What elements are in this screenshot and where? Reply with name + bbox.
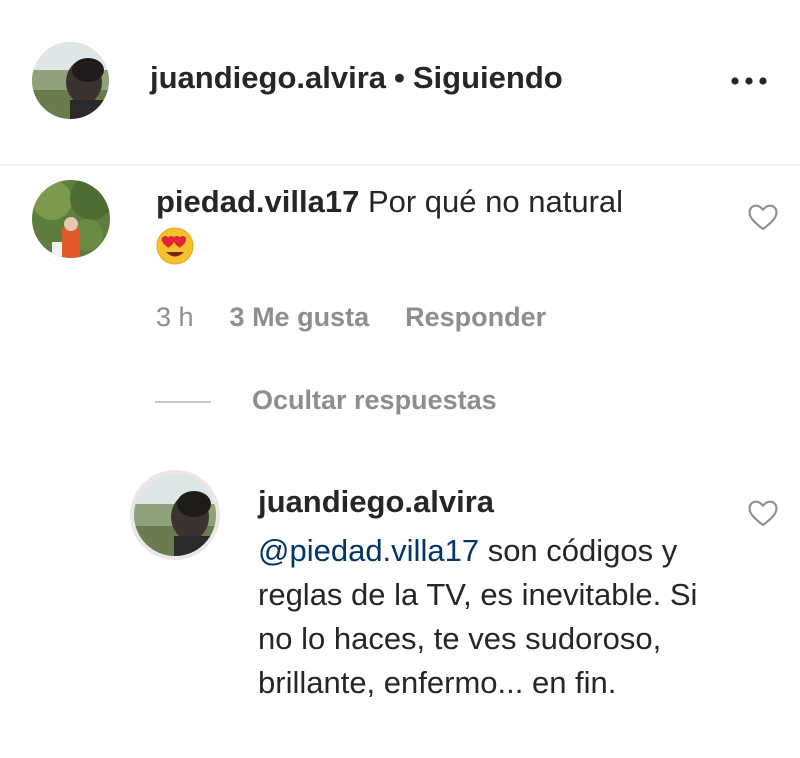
comment-body: Por qué no natural bbox=[367, 184, 624, 219]
comment-username[interactable]: piedad.villa17 bbox=[156, 184, 359, 219]
header-title: juandiego.alvira • Siguiendo bbox=[150, 60, 563, 96]
heart-outline-icon[interactable] bbox=[746, 496, 780, 530]
reply-username[interactable]: juandiego.alvira bbox=[258, 484, 494, 520]
reply-text: @piedad.villa17 son códigos y reglas de … bbox=[258, 529, 718, 705]
comment-text: piedad.villa17 Por qué no natural bbox=[156, 183, 716, 221]
replies-line bbox=[155, 401, 211, 403]
heart-outline-icon[interactable] bbox=[746, 200, 780, 234]
comment-time[interactable]: 3 h bbox=[156, 302, 194, 332]
more-horizontal-icon[interactable] bbox=[726, 66, 772, 96]
follow-status-button[interactable]: Siguiendo bbox=[413, 60, 563, 95]
comment-meta: 3 h 3 Me gusta Responder bbox=[156, 302, 582, 333]
header-avatar[interactable] bbox=[32, 42, 109, 119]
comment-avatar[interactable] bbox=[32, 180, 110, 258]
header-separator: • bbox=[394, 60, 405, 95]
heart-eyes-emoji-icon bbox=[155, 226, 195, 266]
reply-avatar[interactable] bbox=[134, 474, 216, 556]
comment-likes-link[interactable]: 3 Me gusta bbox=[230, 302, 370, 332]
reply-button[interactable]: Responder bbox=[405, 302, 546, 332]
header-divider bbox=[0, 164, 800, 166]
reply-mention-link[interactable]: @piedad.villa17 bbox=[258, 533, 479, 568]
hide-replies-button[interactable]: Ocultar respuestas bbox=[252, 385, 497, 416]
header-username[interactable]: juandiego.alvira bbox=[150, 60, 386, 95]
